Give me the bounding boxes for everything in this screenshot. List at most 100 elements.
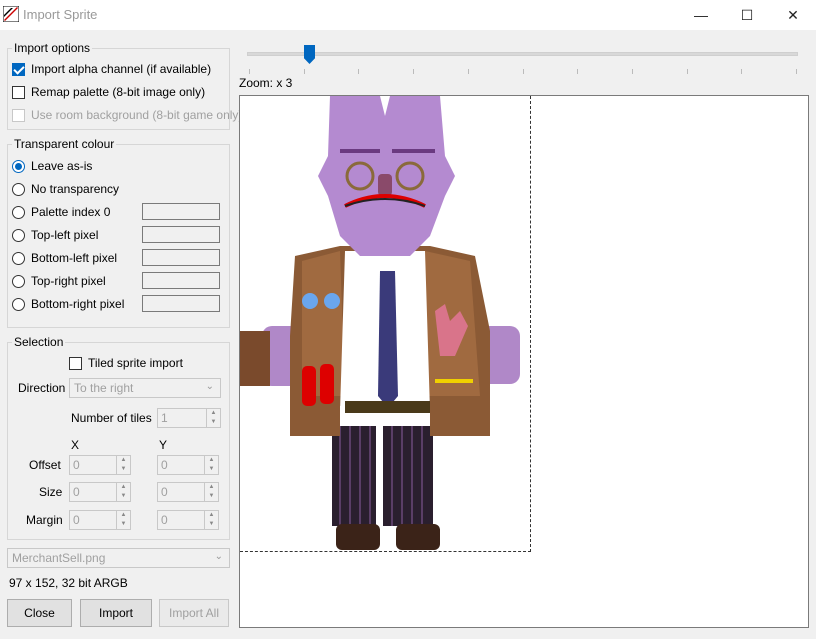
room-bg-checkbox-row: Use room background (8-bit game only) — [12, 108, 242, 122]
margin-y-value: 0 — [161, 513, 168, 527]
alpha-checkbox[interactable] — [12, 62, 25, 76]
size-x-value: 0 — [73, 485, 80, 499]
import-options-legend: Import options — [12, 41, 93, 55]
minimize-icon[interactable]: — — [678, 0, 724, 30]
radio-label: Bottom-left pixel — [31, 251, 118, 265]
size-y-value: 0 — [161, 485, 168, 499]
direction-value: To the right — [74, 381, 134, 395]
file-name: MerchantSell.png — [12, 551, 106, 565]
tiled-checkbox[interactable] — [69, 356, 82, 370]
offset-y-value: 0 — [161, 458, 168, 472]
radio-no-transparency[interactable]: No transparency — [12, 182, 119, 196]
close-button[interactable]: Close — [7, 599, 72, 627]
zoom-label: Zoom: x 3 — [239, 76, 293, 90]
radio-button[interactable] — [12, 297, 25, 311]
chevron-down-icon: ⌄ — [205, 381, 214, 392]
alpha-label: Import alpha channel (if available) — [31, 62, 212, 76]
offset-x-spinner[interactable]: 0 ▲ ▼ — [69, 455, 131, 475]
remap-label: Remap palette (8-bit image only) — [31, 85, 206, 99]
selection-legend: Selection — [12, 335, 66, 349]
close-icon[interactable]: ✕ — [770, 0, 816, 30]
radio-label: Top-right pixel — [31, 274, 106, 288]
radio-label: Top-left pixel — [31, 228, 99, 242]
slider-tick — [467, 69, 469, 74]
radio-palette-index[interactable]: Palette index 0 — [12, 205, 110, 219]
color-swatch-top-left — [142, 226, 220, 243]
radio-bottom-left[interactable]: Bottom-left pixel — [12, 251, 117, 265]
offset-label: Offset — [29, 458, 61, 472]
alpha-checkbox-row[interactable]: Import alpha channel (if available) — [12, 62, 211, 76]
slider-tick — [577, 69, 579, 74]
remap-checkbox[interactable] — [12, 85, 25, 99]
import-button[interactable]: Import — [80, 599, 152, 627]
sprite-preview[interactable] — [239, 95, 809, 628]
offset-x-value: 0 — [73, 458, 80, 472]
remap-checkbox-row[interactable]: Remap palette (8-bit image only) — [12, 85, 205, 99]
spinner-arrows[interactable]: ▲ ▼ — [206, 409, 220, 427]
room-bg-label: Use room background (8-bit game only) — [31, 108, 243, 122]
slider-tick — [796, 69, 797, 74]
spinner-arrows[interactable]: ▲ ▼ — [116, 456, 130, 474]
margin-y-spinner[interactable]: 0 ▲ ▼ — [157, 510, 219, 530]
size-label: Size — [39, 485, 63, 499]
color-swatch-bottom-left — [142, 249, 220, 266]
color-swatch-palette — [142, 203, 220, 220]
radio-top-left[interactable]: Top-left pixel — [12, 228, 98, 242]
slider-tick — [413, 69, 415, 74]
file-dropdown: MerchantSell.png ⌄ — [7, 548, 230, 568]
radio-top-right[interactable]: Top-right pixel — [12, 274, 106, 288]
spinner-arrows[interactable]: ▲ ▼ — [204, 511, 218, 529]
transparent-legend: Transparent colour — [12, 137, 117, 151]
spinner-arrows[interactable]: ▲ ▼ — [204, 456, 218, 474]
slider-tick — [303, 69, 305, 74]
app-icon — [3, 6, 19, 22]
tiled-checkbox-row[interactable]: Tiled sprite import — [69, 356, 183, 370]
radio-button[interactable] — [12, 251, 25, 265]
tiles-label: Number of tiles — [71, 411, 152, 425]
slider-tick — [741, 69, 743, 74]
title-bar: Import Sprite — ☐ ✕ — [0, 0, 816, 30]
zoom-slider-thumb[interactable] — [304, 45, 315, 64]
chevron-down-icon: ⌄ — [214, 551, 223, 562]
radio-label: Leave as-is — [31, 159, 93, 173]
radio-button[interactable] — [12, 228, 25, 242]
margin-x-spinner[interactable]: 0 ▲ ▼ — [69, 510, 131, 530]
slider-tick — [522, 69, 524, 74]
radio-button[interactable] — [12, 182, 25, 196]
col-x-label: X — [71, 438, 80, 452]
sprite-image — [240, 96, 520, 550]
tiles-spinner[interactable]: 1 ▲ ▼ — [157, 408, 221, 428]
radio-button[interactable] — [12, 159, 25, 173]
spinner-arrows[interactable]: ▲ ▼ — [116, 483, 130, 501]
window-title: Import Sprite — [23, 7, 98, 22]
radio-bottom-right[interactable]: Bottom-right pixel — [12, 297, 124, 311]
zoom-slider-track[interactable] — [247, 52, 798, 56]
maximize-icon[interactable]: ☐ — [724, 0, 770, 30]
slider-tick — [631, 69, 633, 74]
radio-button[interactable] — [12, 205, 25, 219]
radio-label: Bottom-right pixel — [31, 297, 125, 311]
radio-leave[interactable]: Leave as-is — [12, 159, 92, 173]
radio-label: Palette index 0 — [31, 205, 111, 219]
color-swatch-top-right — [142, 272, 220, 289]
direction-dropdown[interactable]: To the right ⌄ — [69, 378, 221, 398]
tiles-value: 1 — [161, 411, 168, 425]
slider-tick — [686, 69, 688, 74]
size-x-spinner[interactable]: 0 ▲ ▼ — [69, 482, 131, 502]
file-info: 97 x 152, 32 bit ARGB — [9, 576, 128, 590]
offset-y-spinner[interactable]: 0 ▲ ▼ — [157, 455, 219, 475]
spinner-arrows[interactable]: ▲ ▼ — [204, 483, 218, 501]
import-all-button: Import All — [159, 599, 229, 627]
margin-x-value: 0 — [73, 513, 80, 527]
size-y-spinner[interactable]: 0 ▲ ▼ — [157, 482, 219, 502]
slider-tick — [358, 69, 360, 74]
spinner-arrows[interactable]: ▲ ▼ — [116, 511, 130, 529]
room-bg-checkbox — [12, 108, 25, 122]
slider-tick — [249, 69, 250, 74]
radio-label: No transparency — [31, 182, 120, 196]
radio-button[interactable] — [12, 274, 25, 288]
margin-label: Margin — [26, 513, 63, 527]
tiled-label: Tiled sprite import — [88, 356, 183, 370]
color-swatch-bottom-right — [142, 295, 220, 312]
col-y-label: Y — [159, 438, 168, 452]
